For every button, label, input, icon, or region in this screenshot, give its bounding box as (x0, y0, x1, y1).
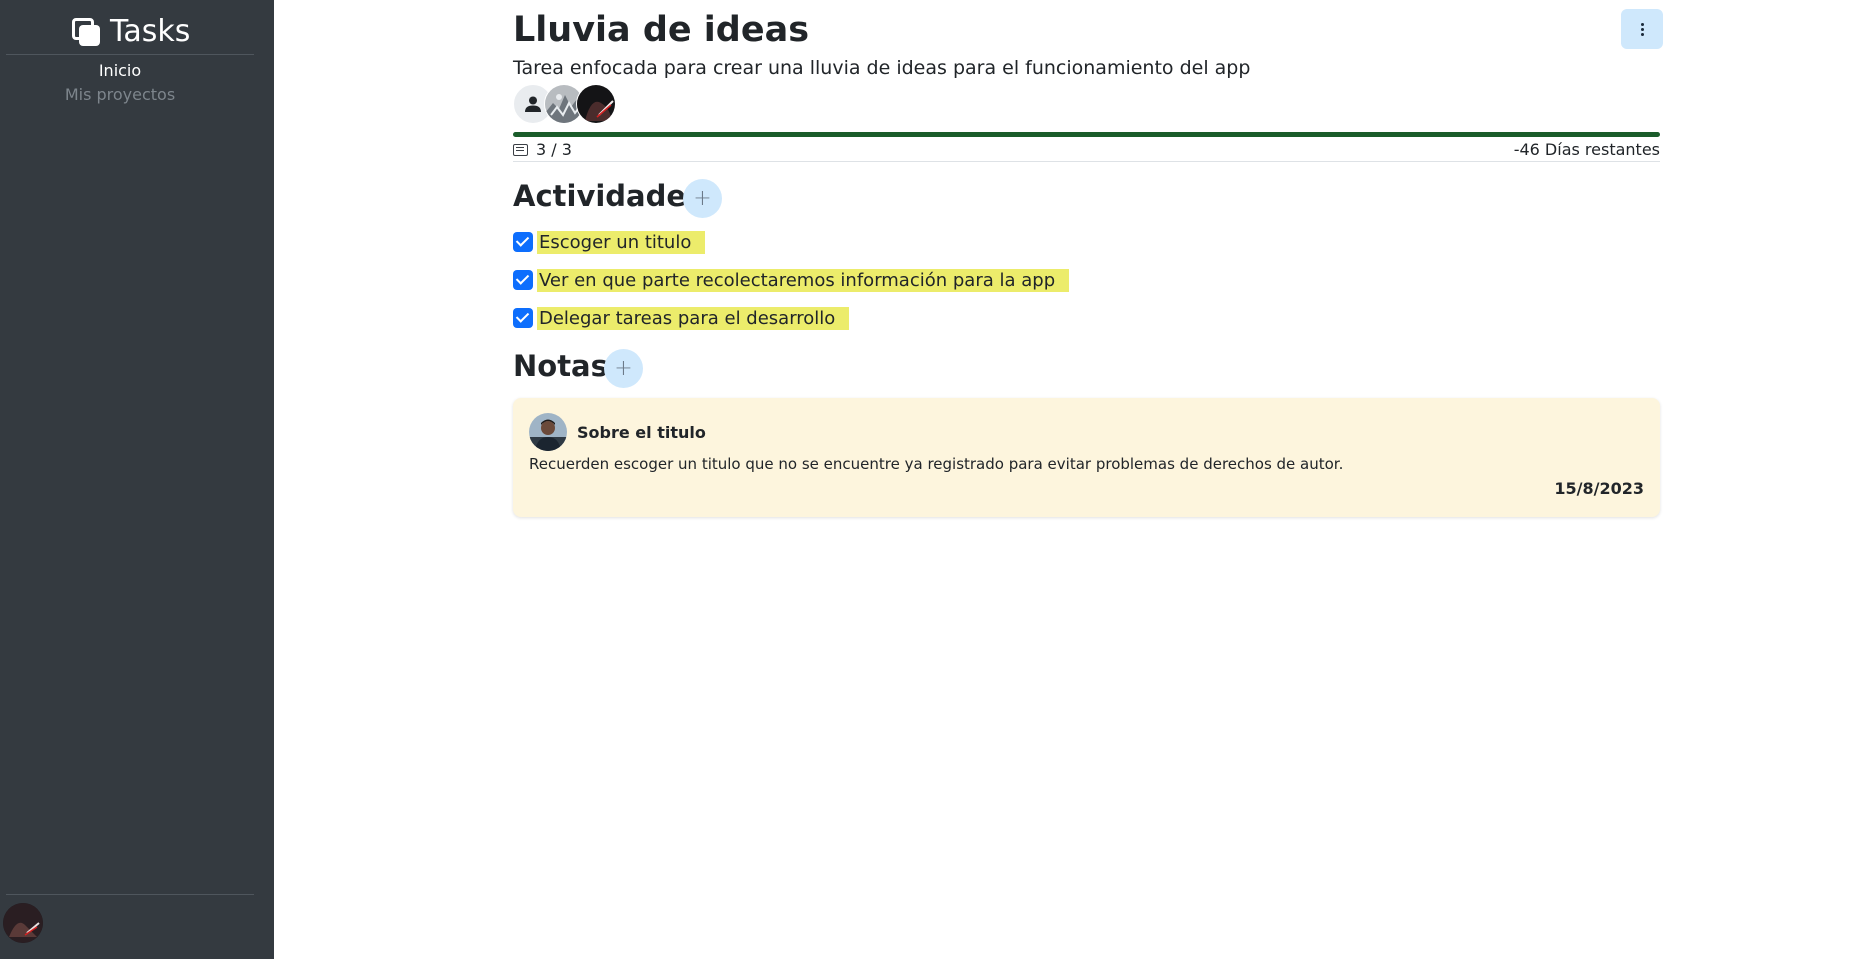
brand[interactable]: Tasks (70, 14, 190, 49)
note-date: 15/8/2023 (1554, 479, 1644, 498)
progress-fill (513, 132, 1660, 137)
activity-checkbox[interactable] (513, 308, 533, 328)
task-description: Tarea enfocada para crear una lluvia de … (513, 57, 1251, 79)
person-icon (525, 96, 541, 112)
note-card[interactable]: Sobre el titulo Recuerden escoger un tit… (513, 398, 1660, 517)
sidebar-divider-bottom (6, 894, 254, 895)
tasks-logo-icon (70, 16, 102, 48)
task-count-value: 3 / 3 (536, 140, 572, 159)
add-activity-button[interactable]: + (683, 179, 722, 218)
user-avatar[interactable] (3, 903, 43, 943)
note-body: Recuerden escoger un titulo que no se en… (529, 455, 1344, 473)
notes-heading: Notas (513, 349, 608, 383)
days-remaining: -46 Días restantes (1513, 140, 1660, 159)
activity-label: Delegar tareas para el desarrollo (537, 306, 850, 330)
activity-checkbox[interactable] (513, 232, 533, 252)
member-avatar-photo[interactable] (576, 84, 616, 124)
page-title: Lluvia de ideas (513, 10, 810, 50)
progress-bar (513, 132, 1660, 137)
activity-item[interactable]: Ver en que parte recolectaremos informac… (513, 267, 1070, 293)
nav-item-mis-proyectos[interactable]: Mis proyectos (0, 85, 240, 104)
activity-label: Ver en que parte recolectaremos informac… (537, 268, 1070, 292)
activities-heading: Actividades (513, 179, 704, 213)
activity-label: Escoger un titulo (537, 230, 706, 254)
sidebar: Tasks Inicio Mis proyectos (0, 0, 274, 959)
activity-item[interactable]: Escoger un titulo (513, 229, 706, 255)
kebab-menu-icon (1640, 22, 1644, 36)
add-note-button[interactable]: + (604, 349, 643, 388)
options-menu-button[interactable] (1621, 9, 1663, 49)
task-stats: 3 / 3 -46 Días restantes (513, 140, 1660, 162)
list-icon (513, 143, 528, 156)
activity-item[interactable]: Delegar tareas para el desarrollo (513, 305, 850, 331)
sidebar-divider-top (6, 54, 254, 55)
activity-checkbox[interactable] (513, 270, 533, 290)
member-avatars (513, 84, 633, 126)
nav-item-inicio[interactable]: Inicio (0, 61, 240, 80)
brand-name: Tasks (110, 14, 191, 49)
task-count: 3 / 3 (513, 140, 572, 159)
note-title: Sobre el titulo (577, 423, 706, 442)
note-author-avatar (529, 413, 567, 451)
